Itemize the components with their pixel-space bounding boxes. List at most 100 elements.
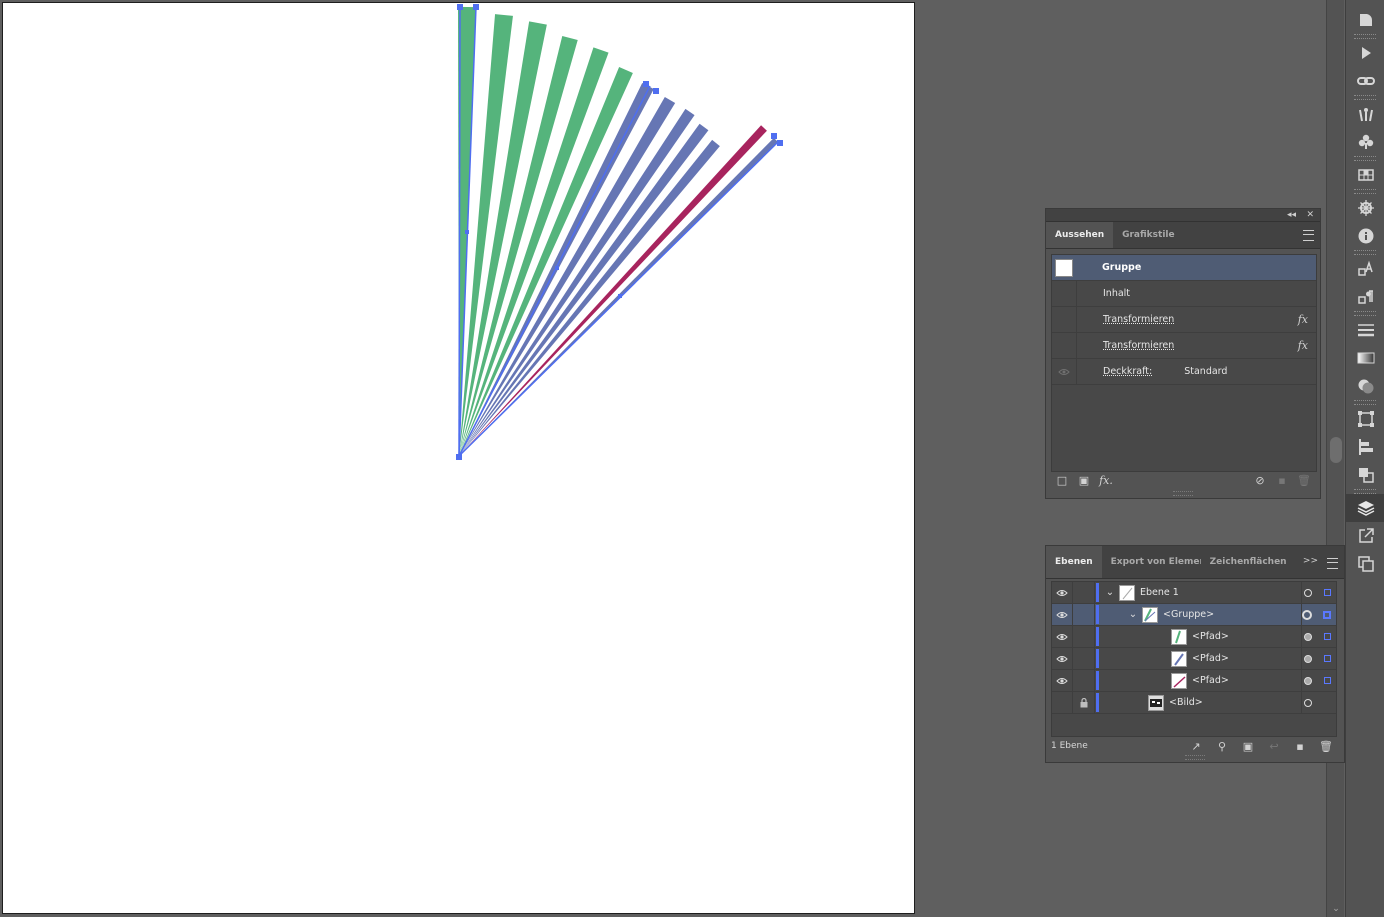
eye-icon[interactable] [1052, 359, 1077, 384]
anchor-handle[interactable] [777, 140, 783, 146]
lock-toggle[interactable] [1073, 604, 1095, 625]
character-styles-icon[interactable] [1346, 255, 1384, 283]
add-effect-icon[interactable]: fx. [1095, 474, 1117, 487]
stroke-icon[interactable] [1346, 316, 1384, 344]
new-layer-icon[interactable]: ▪ [1287, 740, 1313, 753]
midpoint-handle[interactable] [465, 230, 469, 234]
tab-grafikstile[interactable]: Grafikstile [1113, 222, 1184, 248]
layer-name[interactable]: <Bild> [1169, 697, 1203, 708]
actions-play-icon[interactable] [1346, 39, 1384, 67]
swatches-grid-icon[interactable] [1346, 161, 1384, 189]
anchor-handle[interactable] [457, 4, 463, 10]
layer-row[interactable]: ⌄ Ebene 1 [1052, 582, 1336, 604]
new-sublayer-icon[interactable]: ↩ [1261, 740, 1287, 753]
selection-indicator[interactable] [1324, 589, 1331, 596]
midpoint-handle[interactable] [555, 266, 559, 270]
appearance-row-content[interactable]: Inhalt [1052, 281, 1316, 307]
appearance-row-opacity[interactable]: Deckkraft: Standard [1052, 359, 1316, 385]
target-icon[interactable] [1302, 609, 1312, 620]
navigator-icon[interactable] [1346, 194, 1384, 222]
target-icon[interactable] [1304, 698, 1312, 707]
opacity-link[interactable]: Deckkraft: [1103, 366, 1152, 377]
duplicate-item-icon[interactable]: ▪ [1271, 474, 1293, 487]
transform-effect-link[interactable]: Transformieren [1103, 314, 1174, 325]
layers-icon[interactable] [1346, 494, 1384, 522]
fx-icon[interactable]: fx [1298, 339, 1308, 352]
selection-indicator[interactable] [1323, 610, 1331, 619]
brushes-icon[interactable] [1346, 100, 1384, 128]
eye-icon[interactable] [1052, 670, 1073, 691]
layer-row[interactable]: <Bild> [1052, 692, 1336, 714]
delete-layer-icon[interactable]: 🗑 [1313, 740, 1339, 753]
panel-menu-icon[interactable] [1327, 558, 1338, 569]
delete-item-icon[interactable]: 🗑 [1293, 474, 1315, 487]
eye-icon[interactable] [1052, 582, 1073, 603]
midpoint-handle[interactable] [618, 294, 622, 298]
locate-object-icon[interactable]: ⚲ [1209, 740, 1235, 753]
layer-row[interactable]: ⌄ <Gruppe> [1052, 604, 1336, 626]
layer-name[interactable]: <Pfad> [1192, 675, 1229, 686]
properties-icon[interactable] [1346, 6, 1384, 34]
chevron-down-icon[interactable]: ⌄ [1126, 609, 1140, 620]
lock-toggle[interactable] [1073, 582, 1095, 603]
make-clipping-mask-icon[interactable]: ▣ [1235, 740, 1261, 753]
layer-row[interactable]: <Pfad> [1052, 670, 1336, 692]
eye-icon[interactable] [1052, 604, 1073, 625]
artboards-icon[interactable] [1346, 550, 1384, 578]
overflow-tabs-icon[interactable]: >> [1303, 556, 1318, 566]
layer-name[interactable]: Ebene 1 [1140, 587, 1179, 598]
appearance-row-transform-2[interactable]: Transformieren fx [1052, 333, 1316, 359]
eye-icon[interactable] [1052, 626, 1073, 647]
tab-zeichenflaechen[interactable]: Zeichenflächen [1201, 546, 1296, 578]
layer-row[interactable]: <Pfad> [1052, 626, 1336, 648]
lock-toggle[interactable] [1073, 626, 1095, 647]
selection-indicator[interactable] [1324, 677, 1331, 684]
collapse-panel-icon[interactable]: ◂◂ [1287, 209, 1296, 221]
tab-aussehen[interactable]: Aussehen [1046, 222, 1114, 248]
transparency-icon[interactable] [1346, 372, 1384, 400]
panel-menu-icon[interactable] [1303, 230, 1314, 241]
align-icon[interactable] [1346, 433, 1384, 461]
anchor-handle[interactable] [653, 88, 659, 94]
tab-export[interactable]: Export von Elementen [1102, 546, 1201, 578]
appearance-row-transform-1[interactable]: Transformieren fx [1052, 307, 1316, 333]
layer-name[interactable]: <Pfad> [1192, 653, 1229, 664]
lock-icon[interactable] [1073, 692, 1095, 713]
gradient-icon[interactable] [1346, 344, 1384, 372]
panel-resize-grip[interactable] [1173, 491, 1193, 496]
anchor-handle[interactable] [456, 454, 462, 460]
links-icon[interactable] [1346, 67, 1384, 95]
close-panel-icon[interactable]: ✕ [1306, 209, 1314, 221]
pathfinder-icon[interactable] [1346, 461, 1384, 489]
panel-resize-grip[interactable] [1185, 755, 1205, 760]
canvas-vertical-scrollbar[interactable]: ⌄ [1326, 0, 1344, 917]
target-icon[interactable] [1304, 632, 1312, 641]
scrollbar-thumb[interactable] [1330, 437, 1342, 463]
new-stroke-icon[interactable]: □ [1051, 474, 1073, 487]
collect-export-icon[interactable]: ↗ [1183, 740, 1209, 753]
scroll-down-arrow-icon[interactable]: ⌄ [1330, 903, 1342, 915]
export-icon[interactable] [1346, 522, 1384, 550]
target-icon[interactable] [1304, 588, 1312, 597]
target-icon[interactable] [1304, 676, 1312, 685]
symbols-icon[interactable] [1346, 128, 1384, 156]
new-fill-icon[interactable]: ▣ [1073, 474, 1095, 487]
transform-effect-link[interactable]: Transformieren [1103, 340, 1174, 351]
chevron-down-icon[interactable]: ⌄ [1103, 587, 1117, 598]
selection-indicator[interactable] [1324, 655, 1331, 662]
target-icon[interactable] [1304, 654, 1312, 663]
eye-icon[interactable] [1052, 648, 1073, 669]
tab-ebenen[interactable]: Ebenen [1046, 546, 1102, 578]
clear-appearance-icon[interactable]: ⊘ [1249, 474, 1271, 487]
paragraph-styles-icon[interactable] [1346, 283, 1384, 311]
fx-icon[interactable]: fx [1298, 313, 1308, 326]
selection-indicator[interactable] [1324, 633, 1331, 640]
info-icon[interactable] [1346, 222, 1384, 250]
appearance-row-group[interactable]: Gruppe [1052, 255, 1316, 281]
anchor-handle[interactable] [473, 4, 479, 10]
transform-icon[interactable] [1346, 405, 1384, 433]
anchor-handle[interactable] [643, 81, 649, 87]
anchor-handle[interactable] [771, 133, 777, 139]
layer-row[interactable]: <Pfad> [1052, 648, 1336, 670]
layer-name[interactable]: <Gruppe> [1163, 609, 1214, 620]
